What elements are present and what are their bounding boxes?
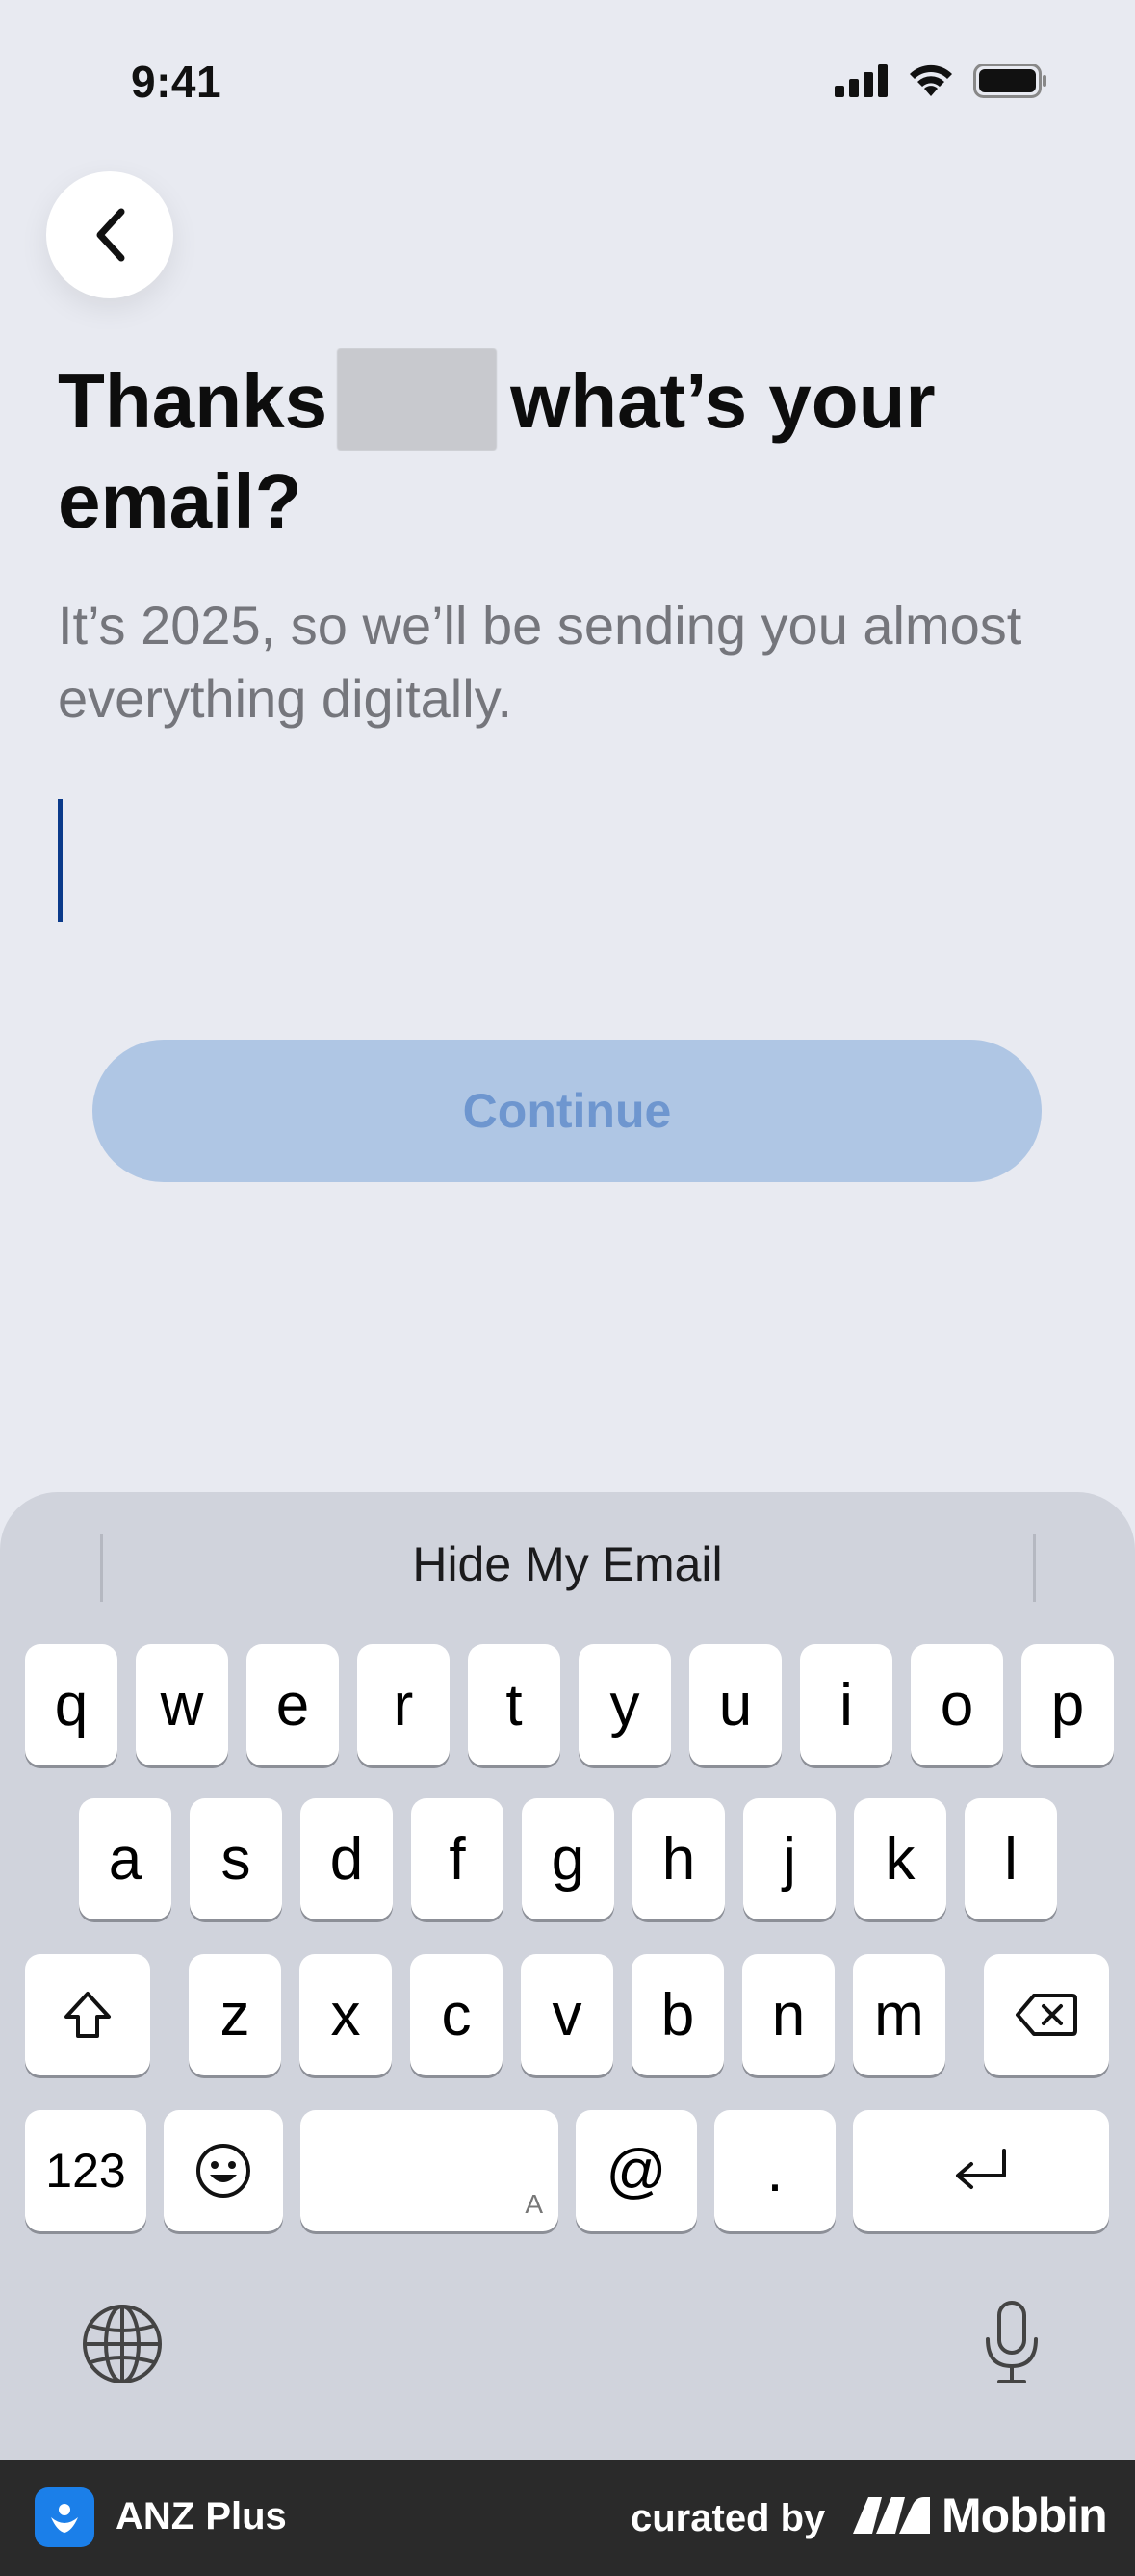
key-q[interactable]: q (25, 1644, 117, 1765)
shift-icon (64, 1992, 111, 2038)
dictation-key[interactable] (980, 2299, 1044, 2392)
suggestion-divider (1033, 1534, 1036, 1602)
numbers-key[interactable]: 123 (25, 2110, 146, 2231)
key-h[interactable]: h (632, 1798, 725, 1919)
continue-button[interactable]: Continue (92, 1040, 1042, 1182)
footer-bar: ANZ Plus curated by Mobbin (0, 2460, 1135, 2576)
shift-key[interactable] (25, 1954, 150, 2075)
keyboard-suggestion-bar: Hide My Email (0, 1527, 1135, 1604)
app-name: ANZ Plus (116, 2495, 287, 2537)
key-r[interactable]: r (357, 1644, 450, 1765)
at-key[interactable]: @ (576, 2110, 697, 2231)
microphone-icon (986, 2301, 1038, 2383)
key-g[interactable]: g (522, 1798, 614, 1919)
backspace-icon (1016, 1994, 1077, 2036)
key-m[interactable]: m (853, 1954, 945, 2075)
keyboard: Hide My Email qwertyuiop asdfghjkl zxcvb… (0, 1492, 1135, 2460)
text-caret (58, 799, 63, 922)
key-u[interactable]: u (689, 1644, 782, 1765)
mobbin-brand: Mobbin (942, 2488, 1108, 2542)
status-time: 9:41 (131, 57, 222, 107)
key-p[interactable]: p (1021, 1644, 1114, 1765)
chevron-left-icon (96, 208, 125, 262)
emoji-key[interactable] (164, 2110, 283, 2231)
key-z[interactable]: z (189, 1954, 281, 2075)
page-subtitle: It’s 2025, so we’ll be sending you almos… (58, 595, 1022, 729)
redacted-name (337, 348, 498, 451)
title-greeting: Thanks (58, 358, 328, 444)
key-k[interactable]: k (854, 1798, 946, 1919)
key-v[interactable]: v (521, 1954, 613, 2075)
key-c[interactable]: c (410, 1954, 503, 2075)
email-field[interactable] (58, 799, 1078, 924)
return-icon (956, 2149, 1006, 2189)
mobbin-logo-icon (853, 2497, 930, 2534)
key-w[interactable]: w (136, 1644, 228, 1765)
globe-icon (83, 2305, 162, 2383)
key-x[interactable]: x (299, 1954, 392, 2075)
key-i[interactable]: i (800, 1644, 892, 1765)
dot-key[interactable]: . (714, 2110, 836, 2231)
cellular-signal-icon (835, 64, 888, 97)
key-j[interactable]: j (743, 1798, 836, 1919)
space-hint: A (525, 2189, 543, 2219)
anz-plus-logo-icon (35, 2487, 94, 2547)
key-n[interactable]: n (742, 1954, 835, 2075)
space-key[interactable]: A (300, 2110, 558, 2231)
emoji-icon (196, 2144, 250, 2198)
battery-icon (973, 64, 1046, 98)
key-e[interactable]: e (246, 1644, 339, 1765)
key-l[interactable]: l (965, 1798, 1057, 1919)
key-a[interactable]: a (79, 1798, 171, 1919)
page-title: Thanks what’s your email? (58, 348, 1078, 552)
key-f[interactable]: f (411, 1798, 503, 1919)
globe-key[interactable] (81, 2303, 164, 2390)
key-s[interactable]: s (190, 1798, 282, 1919)
status-icons (835, 64, 1048, 98)
key-b[interactable]: b (632, 1954, 724, 2075)
key-y[interactable]: y (579, 1644, 671, 1765)
key-d[interactable]: d (300, 1798, 393, 1919)
key-t[interactable]: t (468, 1644, 560, 1765)
back-button[interactable] (46, 171, 173, 298)
suggestion-hide-my-email[interactable]: Hide My Email (0, 1531, 1135, 1598)
delete-key[interactable] (984, 1954, 1109, 2075)
wifi-icon (910, 64, 952, 96)
return-key[interactable] (853, 2110, 1109, 2231)
key-o[interactable]: o (911, 1644, 1003, 1765)
curated-by-label: curated by (631, 2497, 826, 2539)
